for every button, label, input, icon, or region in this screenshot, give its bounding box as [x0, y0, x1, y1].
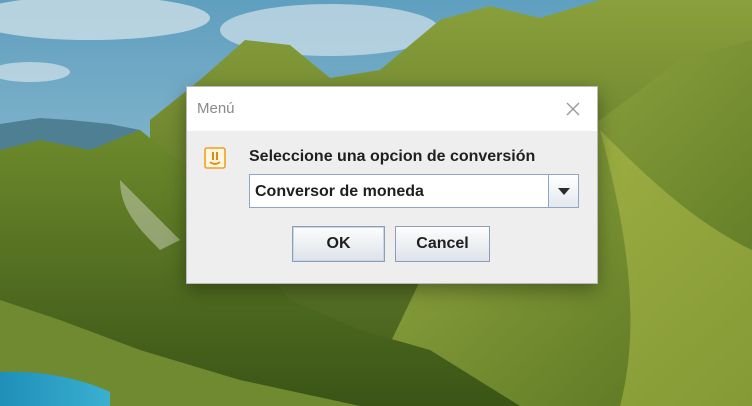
dialog-content: Seleccione una opcion de conversión Conv… [187, 131, 597, 283]
triangle-down-icon [557, 188, 570, 195]
ok-button[interactable]: OK [292, 226, 385, 262]
conversion-select[interactable]: Conversor de moneda [249, 174, 579, 208]
cancel-button[interactable]: Cancel [395, 226, 490, 262]
close-button[interactable] [559, 95, 587, 123]
info-icon [204, 147, 226, 169]
prompt-label: Seleccione una opcion de conversión [249, 148, 536, 165]
dialog-title: Menú [197, 100, 235, 117]
select-value: Conversor de moneda [255, 183, 424, 200]
dialog-titlebar[interactable]: Menú [187, 87, 597, 131]
close-icon [566, 102, 580, 116]
select-arrow-button[interactable] [548, 175, 578, 207]
desktop: Menú Seleccione una opcion de conversión… [0, 0, 752, 406]
menu-dialog: Menú Seleccione una opcion de conversión… [186, 86, 598, 284]
